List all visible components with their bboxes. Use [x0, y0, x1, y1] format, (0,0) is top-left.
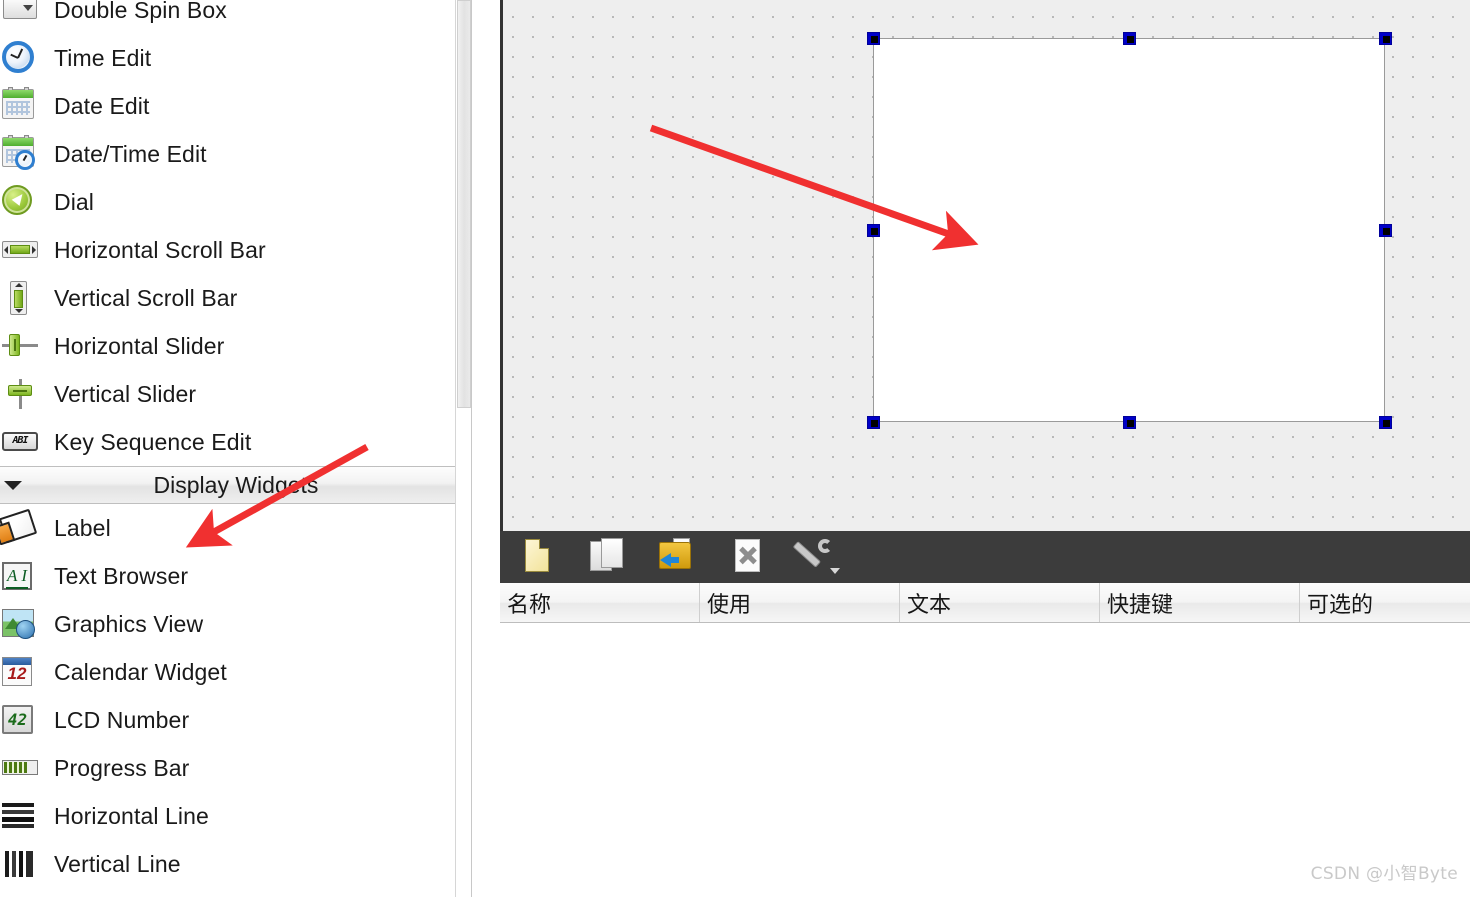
widget-item-graphics-view[interactable]: Graphics View — [0, 600, 471, 648]
widget-box-panel[interactable]: Double Spin Box Time Edit Date Edit Date… — [0, 0, 472, 897]
resize-handle-top-right[interactable] — [1379, 32, 1392, 45]
widget-item-label: Vertical Slider — [54, 380, 197, 407]
time-edit-icon — [2, 41, 40, 75]
app-root: Double Spin Box Time Edit Date Edit Date… — [0, 0, 1470, 897]
resize-handle-middle-right[interactable] — [1379, 224, 1392, 237]
lcd-number-icon: 42 — [2, 703, 40, 737]
column-header-checkable[interactable]: 可选的 — [1300, 583, 1470, 622]
resize-handle-top-center[interactable] — [1123, 32, 1136, 45]
horizontal-line-icon — [2, 799, 40, 833]
widget-list: Double Spin Box Time Edit Date Edit Date… — [0, 0, 471, 897]
graphics-view-icon — [2, 607, 40, 641]
calendar-day-badge: 12 — [7, 664, 27, 683]
dial-icon — [2, 185, 40, 219]
widget-item-key-sequence-edit[interactable]: Key Sequence Edit — [0, 418, 471, 466]
widget-item-text-browser[interactable]: Text Browser — [0, 552, 471, 600]
lcd-value: 42 — [7, 710, 28, 729]
triangle-down-icon — [4, 481, 22, 490]
copy-action-button[interactable] — [586, 537, 628, 577]
column-header-name[interactable]: 名称 — [500, 583, 700, 622]
widget-item-time-edit[interactable]: Time Edit — [0, 34, 471, 82]
column-header-used[interactable]: 使用 — [700, 583, 900, 622]
resize-handle-top-left[interactable] — [867, 32, 880, 45]
widget-item-date-time-edit[interactable]: Date/Time Edit — [0, 130, 471, 178]
widget-item-label: Time Edit — [54, 44, 152, 71]
widget-item-label: Double Spin Box — [54, 0, 227, 23]
resize-handle-bottom-right[interactable] — [1379, 416, 1392, 429]
calendar-widget-icon: 12 — [2, 655, 40, 689]
widget-item-vertical-line[interactable]: Vertical Line — [0, 840, 471, 888]
widget-box-scrollbar-thumb[interactable] — [457, 0, 471, 408]
label-icon — [0, 508, 40, 545]
widget-item-horizontal-line[interactable]: Horizontal Line — [0, 792, 471, 840]
widget-item-label[interactable]: Label — [0, 504, 471, 552]
widget-item-date-edit[interactable]: Date Edit — [0, 82, 471, 130]
widget-group-display-widgets[interactable]: Display Widgets — [0, 466, 471, 504]
resize-handle-middle-left[interactable] — [867, 224, 880, 237]
widget-item-horizontal-slider[interactable]: Horizontal Slider — [0, 322, 471, 370]
widget-item-label-text: Graphics View — [54, 610, 204, 637]
widget-item-vertical-slider[interactable]: Vertical Slider — [0, 370, 471, 418]
widget-item-label: Date Edit — [54, 92, 150, 119]
date-edit-icon — [2, 87, 40, 123]
widget-item-calendar-widget[interactable]: 12 Calendar Widget — [0, 648, 471, 696]
configure-button[interactable] — [792, 537, 840, 577]
vertical-line-icon — [2, 847, 40, 881]
widget-item-progress-bar[interactable]: Progress Bar — [0, 744, 471, 792]
widget-item-label: Horizontal Scroll Bar — [54, 236, 266, 263]
widget-item-opengl-widget[interactable]: OpenGL Widget — [0, 888, 471, 897]
action-table-body[interactable] — [500, 623, 1470, 897]
import-action-button[interactable] — [656, 537, 698, 577]
horizontal-slider-icon — [2, 329, 40, 363]
progress-bar-icon — [2, 751, 40, 785]
new-action-button[interactable] — [516, 537, 558, 577]
widget-item-double-spin-box[interactable]: Double Spin Box — [0, 0, 471, 34]
column-header-shortcut[interactable]: 快捷键 — [1100, 583, 1300, 622]
action-editor-toolbar[interactable] — [500, 531, 1470, 583]
widget-item-label-text: Label — [54, 514, 111, 541]
widget-group-label: Display Widgets — [153, 471, 319, 498]
widget-item-label-text: Vertical Line — [54, 850, 181, 877]
widget-item-dial[interactable]: Dial — [0, 178, 471, 226]
delete-action-button[interactable] — [726, 537, 768, 577]
form-design-canvas[interactable] — [500, 0, 1470, 531]
widget-item-label-text: Text Browser — [54, 562, 189, 589]
key-sequence-edit-icon — [2, 425, 40, 459]
widget-item-horizontal-scroll-bar[interactable]: Horizontal Scroll Bar — [0, 226, 471, 274]
widget-item-label-text: Horizontal Line — [54, 802, 209, 829]
action-table-header: 名称 使用 文本 快捷键 可选的 — [500, 583, 1470, 623]
vertical-slider-icon — [2, 377, 40, 411]
widget-item-label: Date/Time Edit — [54, 140, 207, 167]
selected-form-widget[interactable] — [867, 32, 1392, 429]
vertical-scroll-bar-icon — [2, 281, 40, 315]
widget-item-label: Vertical Scroll Bar — [54, 284, 238, 311]
widget-item-label-text: Progress Bar — [54, 754, 190, 781]
resize-handle-bottom-left[interactable] — [867, 416, 880, 429]
widget-item-label: Key Sequence Edit — [54, 428, 252, 455]
widget-box-scrollbar[interactable] — [455, 0, 471, 897]
widget-item-lcd-number[interactable]: 42 LCD Number — [0, 696, 471, 744]
double-spin-box-icon — [2, 0, 40, 27]
widget-item-label: Horizontal Slider — [54, 332, 225, 359]
action-editor-table[interactable]: 名称 使用 文本 快捷键 可选的 — [500, 583, 1470, 897]
editor-right-area: 名称 使用 文本 快捷键 可选的 — [473, 0, 1470, 897]
csdn-watermark: CSDN @小智Byte — [1310, 864, 1458, 884]
widget-item-label: Dial — [54, 188, 95, 215]
text-browser-icon — [2, 559, 40, 593]
column-header-text[interactable]: 文本 — [900, 583, 1100, 622]
horizontal-scroll-bar-icon — [2, 233, 40, 267]
resize-handle-bottom-center[interactable] — [1123, 416, 1136, 429]
widget-item-label-text: Calendar Widget — [54, 658, 227, 685]
date-time-edit-icon — [2, 135, 40, 171]
widget-item-vertical-scroll-bar[interactable]: Vertical Scroll Bar — [0, 274, 471, 322]
widget-item-label-text: LCD Number — [54, 706, 190, 733]
